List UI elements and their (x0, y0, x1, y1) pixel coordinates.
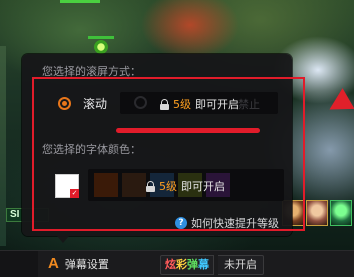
minion-marker-icon (94, 40, 108, 54)
scroll-option-label: 滚动 (83, 97, 108, 111)
danmu-icon: A (48, 255, 59, 272)
locked-scroll-options: 禁止 5级 即可开启 (120, 92, 278, 114)
locked-option-label: 禁止 (238, 98, 260, 111)
level-up-help-link[interactable]: ? 如何快速提升等级 (175, 215, 279, 231)
colorful-danmu-status[interactable]: 未开启 (218, 255, 264, 275)
champion-icons (282, 200, 354, 228)
colorful-char: 幕 (198, 258, 209, 271)
unlock-text: 即可开启 (195, 98, 239, 111)
lock-icon (146, 180, 155, 192)
popup-caret (57, 236, 69, 243)
color-swatch-locked (122, 173, 146, 197)
colorful-char: 彩 (176, 258, 187, 271)
radio-selected-icon[interactable] (58, 97, 71, 110)
color-swatch-locked (94, 173, 118, 197)
toolbar-left-area (0, 251, 38, 277)
lock-notice: 5级 即可开启 (160, 96, 239, 112)
champion-portrait-icon[interactable] (330, 200, 352, 226)
radio-dot (62, 101, 67, 106)
lock-notice: 5级 即可开启 (146, 178, 225, 194)
color-swatch-white[interactable]: ✓ (55, 174, 79, 198)
colorful-danmu-button[interactable]: 炫彩弹幕 (160, 255, 214, 275)
check-icon: ✓ (70, 189, 79, 198)
required-level: 5级 (173, 98, 191, 111)
radio-disabled-icon (134, 96, 147, 109)
health-bar (60, 0, 100, 3)
colorful-char: 炫 (165, 258, 176, 271)
danmu-settings-label: 弹幕设置 (64, 258, 109, 271)
unlock-text: 即可开启 (181, 180, 225, 193)
required-level: 5级 (159, 180, 177, 193)
scroll-mode-title: 您选择的滚屏方式： (42, 65, 141, 78)
lock-icon (160, 98, 169, 110)
locked-color-options: 5级 即可开启 (88, 169, 284, 201)
scroll-option[interactable]: 滚动 (58, 95, 107, 112)
scroll-bar[interactable] (116, 128, 260, 133)
champion-portrait-icon[interactable] (306, 200, 328, 226)
red-arrow-icon (323, 88, 354, 120)
font-color-title: 您选择的字体颜色： (42, 143, 141, 156)
colorful-char: 弹 (187, 258, 198, 271)
bottom-toolbar: A 弹幕设置 炫彩弹幕 未开启 (0, 250, 354, 277)
health-bar (88, 36, 114, 39)
question-icon: ? (175, 217, 187, 229)
help-link-label: 如何快速提升等级 (191, 217, 279, 230)
danmu-settings-button[interactable]: A 弹幕设置 (48, 255, 109, 273)
